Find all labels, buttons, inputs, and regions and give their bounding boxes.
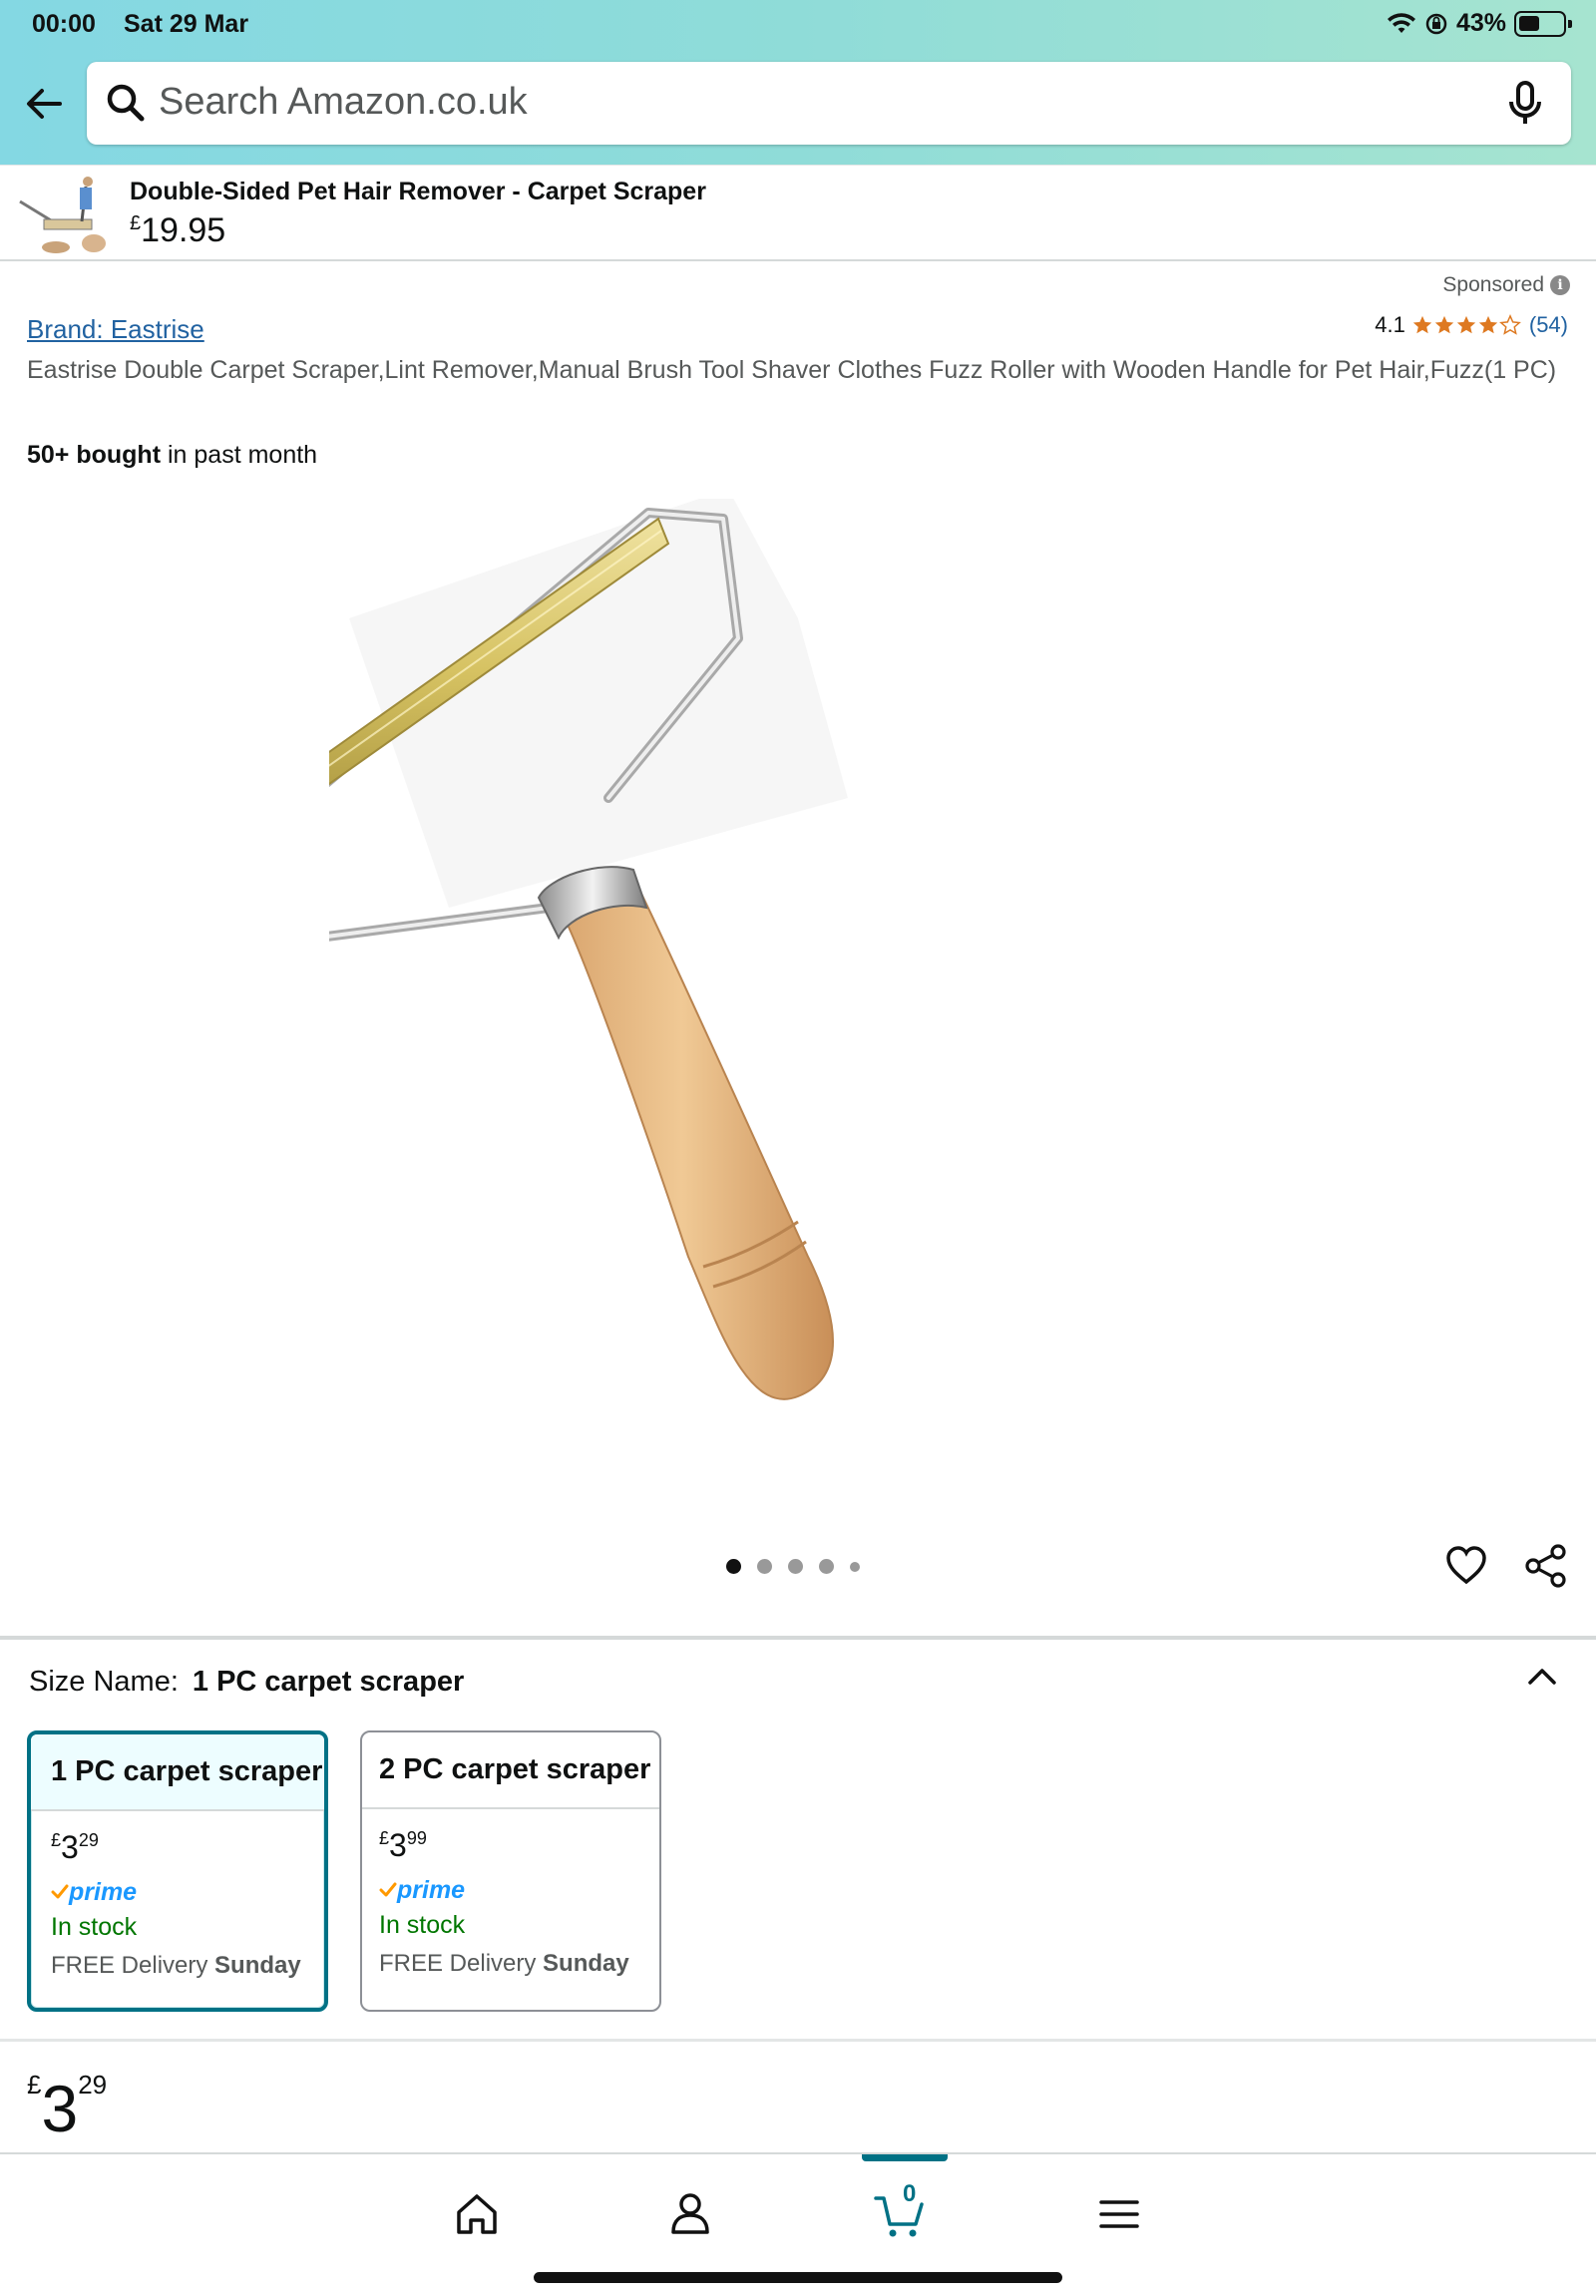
microphone-icon[interactable]	[1507, 80, 1543, 128]
size-option-1-pc[interactable]: 1 PC carpet scraper £329 prime In stock …	[27, 1730, 328, 2012]
currency-symbol: £	[130, 212, 142, 234]
size-option-2-pc[interactable]: 2 PC carpet scraper £399 prime In stock …	[360, 1730, 661, 2012]
star-full-icon	[1478, 315, 1498, 334]
battery-icon	[1514, 10, 1572, 37]
bottom-navigation: 0	[0, 2152, 1596, 2296]
price-value: 19.95	[141, 211, 226, 249]
purchase-count-bold: 50+ bought	[27, 441, 162, 469]
price-fraction: 29	[78, 2070, 108, 2100]
size-selector-header: Size Name: 1 PC carpet scraper	[29, 1666, 464, 1699]
sponsored-label[interactable]: Sponsored i	[1442, 273, 1570, 297]
app-header: 00:00 Sat 29 Mar 43%	[0, 0, 1596, 165]
product-price: £329	[27, 2070, 107, 2146]
active-tab-indicator	[862, 2154, 948, 2161]
purchase-count-rest: in past month	[161, 441, 318, 469]
star-full-icon	[1456, 315, 1476, 334]
currency-symbol: £	[27, 2070, 42, 2100]
carousel-dot[interactable]	[788, 1559, 803, 1574]
carousel-dot[interactable]	[850, 1561, 860, 1572]
option-price: £329	[51, 1829, 304, 1869]
star-rating	[1411, 314, 1521, 336]
price-whole: 3	[61, 1829, 79, 1865]
size-label: Size Name:	[29, 1666, 179, 1698]
info-icon[interactable]: i	[1550, 275, 1570, 295]
search-input[interactable]	[159, 72, 1455, 132]
section-divider	[0, 2039, 1596, 2042]
carousel-dot[interactable]	[819, 1559, 834, 1574]
size-option-name: 2 PC carpet scraper	[362, 1732, 659, 1809]
status-icons: 43%	[1387, 9, 1572, 38]
battery-percent: 43%	[1455, 9, 1506, 37]
size-option-name: 1 PC carpet scraper	[31, 1734, 324, 1811]
home-icon[interactable]	[447, 2184, 507, 2244]
stock-status: In stock	[51, 1913, 138, 1941]
prime-text: prime	[69, 1877, 138, 1906]
delivery-info: FREE Delivery Sunday	[379, 1950, 639, 1978]
stock-status: In stock	[379, 1911, 466, 1939]
purchase-count: 50+ bought in past month	[27, 441, 317, 470]
delivery-text: FREE Delivery	[51, 1952, 208, 1979]
rating-value: 4.1	[1375, 312, 1405, 337]
section-divider	[0, 1636, 1596, 1640]
cart-count: 0	[903, 2180, 917, 2207]
size-selected-value: 1 PC carpet scraper	[192, 1666, 465, 1698]
carousel-dot[interactable]	[757, 1559, 772, 1574]
currency-symbol: £	[379, 1828, 390, 1848]
prime-text: prime	[397, 1875, 466, 1904]
account-icon[interactable]	[660, 2184, 720, 2244]
sponsored-text: Sponsored	[1442, 273, 1544, 296]
status-bar: 00:00 Sat 29 Mar 43%	[0, 0, 1596, 46]
share-icon[interactable]	[1524, 1544, 1568, 1588]
sponsored-product-title: Double-Sided Pet Hair Remover - Carpet S…	[130, 178, 706, 205]
delivery-text: FREE Delivery	[379, 1950, 537, 1977]
brand-link[interactable]: Brand: Eastrise	[27, 314, 204, 345]
status-date: Sat 29 Mar	[124, 10, 249, 38]
sponsored-product-price: £19.95	[130, 211, 225, 250]
orientation-lock-icon	[1425, 13, 1447, 34]
price-fraction: 29	[78, 1830, 99, 1850]
product-image[interactable]	[329, 499, 1267, 1496]
star-empty-icon	[1498, 314, 1521, 335]
delivery-day: Sunday	[543, 1950, 629, 1977]
image-carousel-dots[interactable]	[726, 1559, 860, 1574]
prime-check-icon	[51, 1884, 69, 1899]
carousel-dot-active[interactable]	[726, 1559, 741, 1574]
back-arrow-icon[interactable]	[20, 80, 68, 128]
prime-check-icon	[379, 1882, 397, 1897]
search-icon	[107, 84, 145, 122]
rating-count-link[interactable]: (54)	[1529, 312, 1568, 338]
price-whole: 3	[389, 1827, 407, 1863]
wifi-icon	[1387, 12, 1415, 33]
price-whole: 3	[41, 2072, 79, 2145]
currency-symbol: £	[51, 1830, 62, 1850]
cart-icon[interactable]	[870, 2184, 930, 2244]
sponsored-product-thumbnail	[19, 177, 106, 253]
star-full-icon	[1412, 315, 1432, 334]
heart-icon[interactable]	[1444, 1544, 1488, 1588]
delivery-day: Sunday	[214, 1952, 301, 1979]
chevron-up-icon[interactable]	[1524, 1661, 1560, 1691]
status-time: 00:00	[32, 10, 96, 38]
rating-summary[interactable]: 4.1 (54)	[1375, 312, 1568, 338]
delivery-info: FREE Delivery Sunday	[51, 1952, 304, 1980]
prime-badge: prime	[379, 1873, 639, 1907]
sponsored-product-banner[interactable]: Double-Sided Pet Hair Remover - Carpet S…	[0, 165, 1596, 261]
star-full-icon	[1434, 315, 1454, 334]
price-fraction: 99	[406, 1828, 427, 1848]
product-title: Eastrise Double Carpet Scraper,Lint Remo…	[27, 356, 1557, 384]
prime-badge: prime	[51, 1875, 304, 1909]
home-indicator	[534, 2272, 1062, 2283]
option-price: £399	[379, 1827, 639, 1867]
search-bar[interactable]	[87, 62, 1571, 145]
menu-icon[interactable]	[1089, 2184, 1149, 2244]
